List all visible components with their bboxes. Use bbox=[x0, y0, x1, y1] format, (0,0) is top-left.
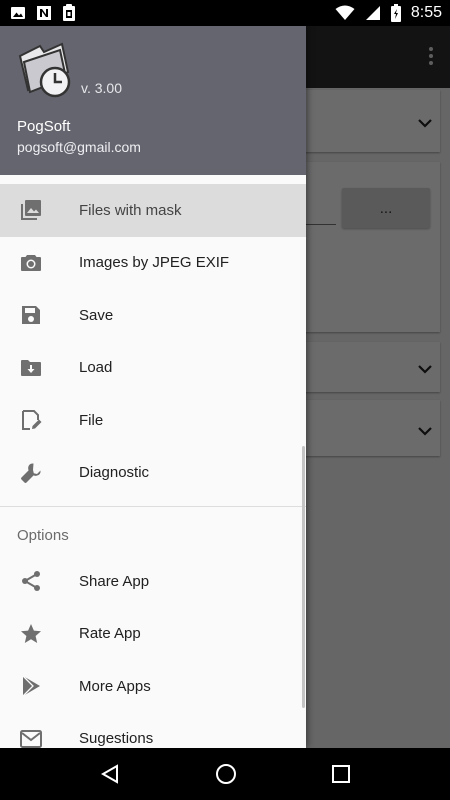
menu-item-rate-app[interactable]: Rate App bbox=[0, 608, 306, 661]
star-icon bbox=[19, 622, 43, 646]
menu-label: Rate App bbox=[79, 625, 141, 643]
n-app-icon bbox=[36, 5, 52, 21]
wrench-icon bbox=[19, 461, 43, 485]
menu-item-more-apps[interactable]: More Apps bbox=[0, 660, 306, 713]
user-name: PogSoft bbox=[17, 118, 71, 135]
menu-label: Save bbox=[79, 306, 114, 324]
menu-label: File bbox=[79, 411, 104, 429]
back-icon[interactable] bbox=[99, 763, 121, 785]
menu-label: Diagnostic bbox=[79, 464, 150, 482]
navigation-drawer: v. 3.00 PogSoft pogsoft@gmail.com Files … bbox=[0, 26, 306, 748]
options-section-header: Options bbox=[17, 526, 69, 544]
status-time: 8:55 bbox=[410, 4, 442, 21]
wifi-icon bbox=[335, 5, 355, 21]
menu-item-suggestions[interactable]: Sugestions bbox=[0, 713, 306, 749]
screen: 8:55 ... bbox=[0, 0, 450, 800]
menu-label: Sugestions bbox=[79, 730, 154, 748]
menu-item-diagnostic[interactable]: Diagnostic bbox=[0, 447, 306, 500]
drawer-header: v. 3.00 PogSoft pogsoft@gmail.com bbox=[0, 26, 306, 175]
app-logo-icon bbox=[16, 42, 74, 105]
signal-icon bbox=[365, 5, 381, 21]
status-notifications bbox=[10, 0, 76, 26]
drawer-scrollbar[interactable] bbox=[302, 446, 305, 708]
menu-item-file[interactable]: File bbox=[0, 394, 306, 447]
play-store-icon bbox=[19, 674, 43, 698]
recents-icon[interactable] bbox=[331, 764, 351, 784]
mail-icon bbox=[19, 727, 43, 748]
menu-item-files-with-mask[interactable]: Files with mask bbox=[0, 184, 306, 237]
image-icon bbox=[19, 198, 43, 222]
app-version: v. 3.00 bbox=[81, 80, 122, 96]
user-email: pogsoft@gmail.com bbox=[17, 139, 141, 155]
clipboard-icon bbox=[62, 4, 76, 22]
file-edit-icon bbox=[19, 408, 43, 432]
image-icon bbox=[10, 5, 26, 21]
camera-icon bbox=[19, 251, 43, 275]
status-system: 8:55 bbox=[335, 0, 442, 26]
save-icon bbox=[19, 303, 43, 327]
drawer-list: Files with mask Images by JPEG EXIF Save… bbox=[0, 175, 306, 748]
system-nav-bar bbox=[0, 748, 450, 800]
folder-download-icon bbox=[19, 356, 43, 380]
home-icon[interactable] bbox=[215, 763, 237, 785]
battery-icon bbox=[390, 4, 401, 22]
menu-item-images-by-jpeg-exif[interactable]: Images by JPEG EXIF bbox=[0, 237, 306, 290]
menu-label: Load bbox=[79, 359, 113, 377]
menu-label: Files with mask bbox=[79, 201, 182, 219]
status-bar: 8:55 bbox=[0, 0, 450, 26]
menu-label: More Apps bbox=[79, 677, 151, 695]
menu-item-load[interactable]: Load bbox=[0, 342, 306, 395]
menu-item-save[interactable]: Save bbox=[0, 289, 306, 342]
menu-label: Share App bbox=[79, 572, 150, 590]
menu-item-share-app[interactable]: Share App bbox=[0, 555, 306, 608]
share-icon bbox=[19, 569, 43, 593]
menu-label: Images by JPEG EXIF bbox=[79, 254, 230, 272]
drawer-divider bbox=[0, 506, 306, 507]
